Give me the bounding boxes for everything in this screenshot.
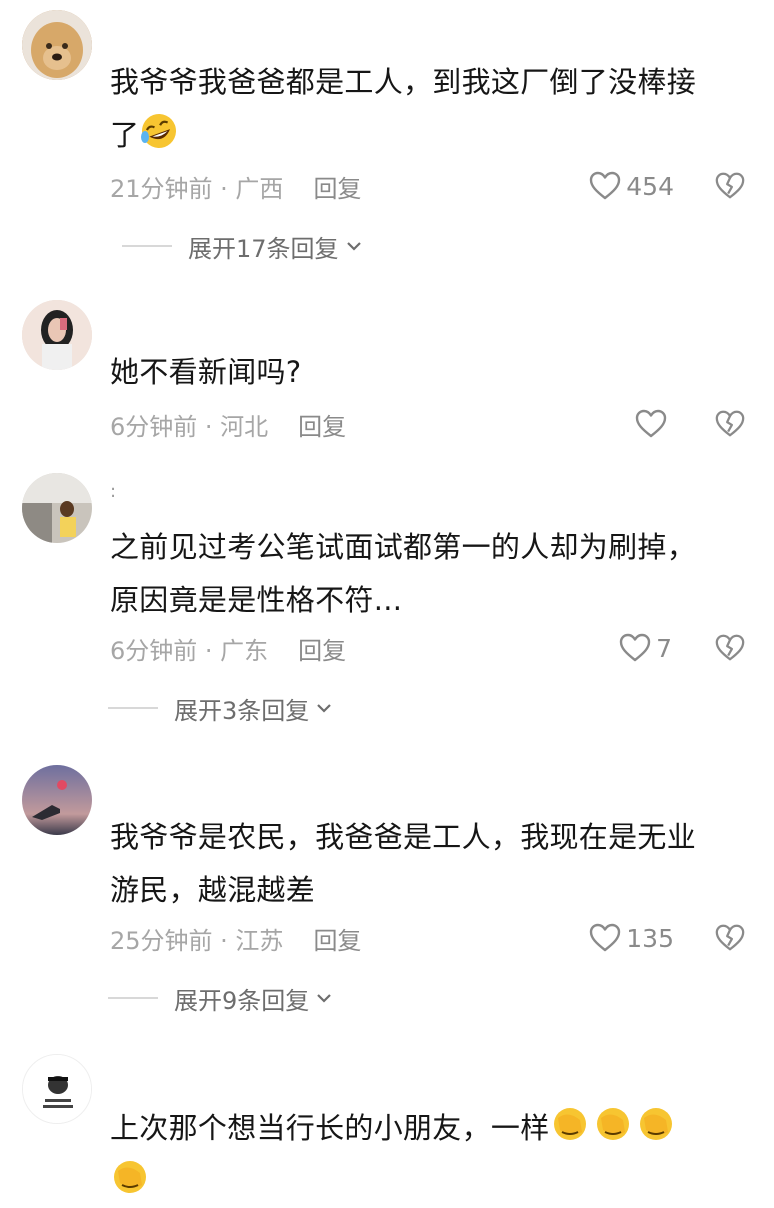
broken-heart-icon [715,634,745,661]
avatar[interactable] [22,765,92,835]
divider [108,707,158,709]
comment-text-line: 我爷爷我爸爸都是工人，到我这厂倒了没棒接 [110,65,697,99]
comment-meta: 21分钟前 · 广西 回复 [110,166,361,206]
comment-meta: 25分钟前 · 江苏 回复 [110,918,361,958]
comment-item: 我爷爷是农民，我爸爸是工人，我现在是无业 游民，越混越差 25分钟前 · 江苏 … [0,755,774,1045]
rofl-emoji-icon [141,114,177,148]
chevron-down-icon [346,242,361,251]
reply-button[interactable]: 回复 [298,631,346,666]
comment-text-line: 了 [110,118,140,152]
comment-text-line: 她不看新闻吗? [110,355,302,389]
broken-heart-icon [715,924,745,951]
comment-time-location: 21分钟前 · 广西 [110,174,284,203]
comment-item: 我爷爷我爸爸都是工人，到我这厂倒了没棒接 了 21分钟前 · 广西 回复 454 [0,0,774,290]
heart-icon [619,633,651,662]
comment-item: 她不看新闻吗? 6分钟前 · 河北 回复 [0,290,774,460]
comment-text: 我爷爷是农民，我爸爸是工人，我现在是无业 游民，越混越差 [110,811,750,917]
expand-replies-button[interactable]: 展开3条回复 [108,688,333,728]
like-count: 454 [626,171,674,201]
divider [108,997,158,999]
divider [122,245,172,247]
comment-text-line: 原因竟是是性格不符... [110,583,403,617]
dislike-button[interactable] [714,628,748,668]
dislike-button[interactable] [714,918,748,958]
like-count: 135 [626,923,674,953]
expand-replies-label: 展开17条回复 [188,234,339,263]
avatar[interactable] [22,300,92,370]
facepalm-emoji-icon [553,1108,586,1140]
comment-text: 上次那个想当行长的小朋友，一样 [110,1102,750,1208]
expand-replies-label: 展开3条回复 [174,696,310,725]
facepalm-emoji-icon [114,1161,146,1193]
avatar[interactable] [22,1054,92,1124]
comment-text: 我爷爷我爸爸都是工人，到我这厂倒了没棒接 了 [110,56,750,162]
avatar[interactable] [22,10,92,80]
like-count: 7 [656,633,672,663]
like-button[interactable] [634,404,672,444]
comment-text-line: 游民，越混越差 [110,873,316,907]
comment-time-location: 25分钟前 · 江苏 [110,926,284,955]
expand-replies-button[interactable]: 展开9条回复 [108,978,333,1018]
comment-meta: 6分钟前 · 广东 回复 [110,628,346,668]
comment-text: 之前见过考公笔试面试都第一的人却为刷掉， 原因竟是是性格不符... [110,521,750,627]
chevron-down-icon [317,994,332,1003]
comment-text: 她不看新闻吗? [110,346,750,399]
like-button[interactable]: 454 [588,166,674,206]
reply-button[interactable]: 回复 [298,407,346,442]
comment-item: 上次那个想当行长的小朋友，一样 [0,1050,774,1200]
reply-button[interactable]: 回复 [313,921,361,956]
like-button[interactable]: 7 [618,628,672,668]
comment-time-location: 6分钟前 · 河北 [110,412,269,441]
heart-icon [635,409,667,438]
facepalm-emoji-icon [639,1108,672,1140]
heart-icon [590,923,621,952]
comment-meta: 6分钟前 · 河北 回复 [110,404,346,444]
comment-text-line: 上次那个想当行长的小朋友，一样 [110,1111,550,1145]
comment-text-line: 我爷爷是农民，我爸爸是工人，我现在是无业 [110,820,697,854]
comment-item: : 之前见过考公笔试面试都第一的人却为刷掉， 原因竟是是性格不符... 6分钟前… [0,465,774,750]
chevron-down-icon [317,704,332,713]
dislike-button[interactable] [714,166,748,206]
reply-button[interactable]: 回复 [313,169,361,204]
broken-heart-icon [715,410,745,437]
avatar[interactable] [22,473,92,543]
expand-replies-button[interactable]: 展开17条回复 [122,226,363,266]
username[interactable]: : [110,481,116,502]
heart-icon [590,171,621,200]
dislike-button[interactable] [714,404,748,444]
comment-text-line: 之前见过考公笔试面试都第一的人却为刷掉， [110,530,697,564]
like-button[interactable]: 135 [588,918,674,958]
facepalm-emoji-icon [596,1108,629,1140]
comment-time-location: 6分钟前 · 广东 [110,636,269,665]
expand-replies-label: 展开9条回复 [174,986,310,1015]
broken-heart-icon [715,172,745,199]
